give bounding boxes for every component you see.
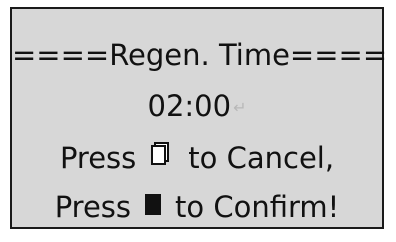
confirm-press-label: Press	[54, 190, 132, 224]
solid-key-icon	[145, 193, 162, 217]
regen-time-title: ====Regen. Time====	[12, 38, 388, 72]
cancel-action-label: to Cancel,	[188, 141, 335, 175]
regen-time-value: 02:00	[147, 89, 232, 123]
cancel-press-label: Press	[59, 141, 137, 175]
cancel-instruction: Press to Cancel,	[12, 140, 382, 176]
confirm-instruction: Press to Confirm!	[12, 189, 382, 225]
blank-key-icon	[150, 142, 170, 168]
return-mark: ↵	[233, 98, 247, 117]
regen-time-row: 02:00 ↵	[12, 88, 382, 126]
confirm-action-label: to Confirm!	[175, 190, 340, 224]
regen-time-display: ====Regen. Time==== 02:00 ↵ Press to Canc…	[10, 7, 388, 229]
